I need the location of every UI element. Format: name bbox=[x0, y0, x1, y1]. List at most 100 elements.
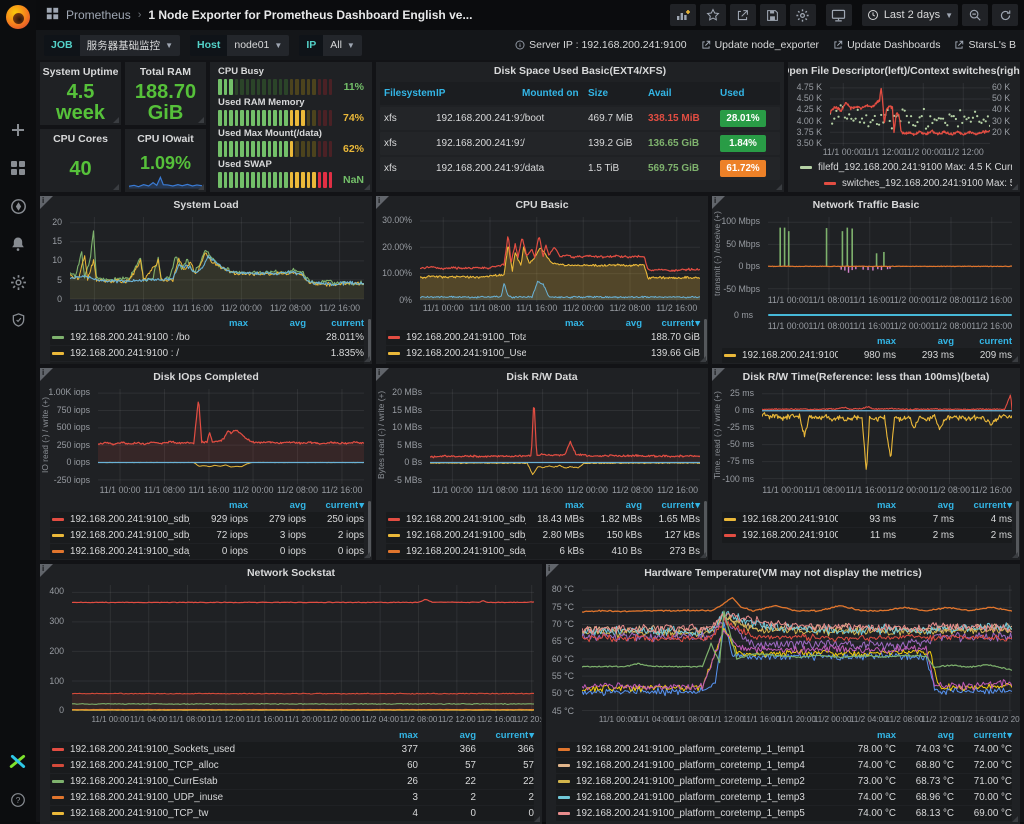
legend-header-current[interactable]: current▾ bbox=[954, 730, 1012, 741]
legend-header-current[interactable]: current▾ bbox=[954, 500, 1012, 511]
legend-scrollbar[interactable] bbox=[704, 501, 707, 557]
link-update-node-exporter[interactable]: Update node_exporter bbox=[701, 39, 820, 51]
chart-area[interactable]: 400300200100011/1 00:0011/1 04:0011/1 08… bbox=[40, 582, 542, 728]
time-range-picker[interactable]: Last 2 days ▼ bbox=[862, 4, 958, 26]
legend-header[interactable]: maxavgcurrent▾ bbox=[50, 499, 364, 512]
legend-item[interactable]: 192.168.200.241:9100_platform_coretemp_1… bbox=[556, 758, 1012, 773]
link-server-ip[interactable]: Server IP : 192.168.200.241:9100 bbox=[515, 39, 686, 51]
legend-item[interactable]: 192.168.200.241:9100_sda_Written bytes6 … bbox=[386, 544, 700, 559]
legend-item[interactable]: switches_192.168.200.241:9100 Max: 58.9 … bbox=[798, 176, 1012, 191]
panel-title[interactable]: Disk IOps Completed bbox=[40, 368, 372, 386]
panel-title[interactable]: Hardware Temperature(VM may not display … bbox=[546, 564, 1020, 582]
legend-scrollbar[interactable] bbox=[704, 319, 707, 361]
legend-item[interactable]: 192.168.200.241:9100_sdb_Write time11 ms… bbox=[722, 528, 1012, 543]
legend-item[interactable]: 192.168.200.241:9100_Sockets_used3773663… bbox=[50, 742, 534, 757]
legend-item[interactable]: 192.168.200.241:9100_platform_coretemp_1… bbox=[556, 774, 1012, 789]
chart-area[interactable]: 30.00%20.00%10.00%0%11/1 00:0011/1 08:00… bbox=[376, 214, 708, 316]
legend-item[interactable]: 192.168.200.241:9100_Available49.04 GiB bbox=[386, 362, 700, 364]
shield-icon[interactable] bbox=[6, 308, 30, 332]
chart-plot[interactable] bbox=[830, 83, 990, 146]
intercom-icon[interactable] bbox=[6, 750, 30, 774]
chart-plot[interactable] bbox=[70, 217, 364, 302]
legend-item[interactable]: 192.168.200.241:9100 : /data61.724% bbox=[50, 362, 364, 364]
chart-plot[interactable] bbox=[420, 217, 700, 302]
legend-header[interactable]: maxavgcurrent▾ bbox=[556, 729, 1012, 742]
star-button[interactable] bbox=[700, 4, 726, 26]
legend-header-current[interactable]: current bbox=[306, 318, 364, 329]
legend-header-max[interactable]: max bbox=[526, 318, 584, 329]
legend-header-current[interactable]: current▾ bbox=[642, 318, 700, 329]
dashboards-icon[interactable] bbox=[6, 156, 30, 180]
zoom-out-icon[interactable] bbox=[962, 4, 988, 26]
legend-item[interactable]: 192.168.200.241:9100_platform_coretemp_1… bbox=[556, 790, 1012, 805]
variable-host[interactable]: Host node01▼ bbox=[190, 35, 289, 56]
chart-plot[interactable] bbox=[768, 217, 1012, 294]
table-header-cell[interactable]: Size bbox=[588, 88, 648, 99]
table-header-cell[interactable]: Mounted on bbox=[522, 88, 588, 99]
chart-plot[interactable] bbox=[430, 389, 700, 484]
legend-item[interactable]: 192.168.200.241:9100_CurrEstab262222 bbox=[50, 774, 534, 789]
chart-area[interactable]: Bytes read (-) / write (+)20 MBs15 MBs10… bbox=[376, 386, 708, 498]
legend-header-max[interactable]: max bbox=[838, 336, 896, 347]
legend-scrollbar[interactable] bbox=[368, 319, 371, 361]
panel-title[interactable]: CPU Basic bbox=[376, 196, 708, 214]
legend-item[interactable]: 192.168.200.241:9100 : /1.835% bbox=[50, 346, 364, 361]
legend-header-avg[interactable]: avg bbox=[896, 730, 954, 741]
legend-header-avg[interactable]: avg bbox=[584, 500, 642, 511]
legend-item[interactable]: filefd_192.168.200.241:9100 Max: 4.5 K C… bbox=[798, 160, 1012, 175]
chart-area[interactable]: 80 °C75 °C70 °C65 °C60 °C55 °C50 °C45 °C… bbox=[546, 582, 1020, 728]
table-header-cell[interactable]: IP bbox=[436, 88, 522, 99]
legend-item[interactable]: 192.168.200.241:9100_TCP_alloc605757 bbox=[50, 758, 534, 773]
legend-item[interactable]: 192.168.200.241:9100_sda_Writes complete… bbox=[50, 544, 364, 559]
legend-header-max[interactable]: max bbox=[838, 500, 896, 511]
legend-header-current[interactable]: current▾ bbox=[306, 500, 364, 511]
legend-header-avg[interactable]: avg bbox=[896, 500, 954, 511]
panel-title[interactable]: System Uptime bbox=[43, 64, 119, 80]
legend-scrollbar[interactable] bbox=[1016, 501, 1019, 557]
legend-header[interactable]: maxavgcurrent▾ bbox=[50, 729, 534, 742]
legend-item[interactable]: 192.168.200.241:9100_Total188.70 GiB bbox=[386, 330, 700, 345]
plus-icon[interactable] bbox=[6, 118, 30, 142]
dashboard-icon[interactable] bbox=[46, 7, 59, 23]
legend-header[interactable]: maxavgcurrent▾ bbox=[386, 499, 700, 512]
panel-title[interactable]: Open File Descriptor(left)/Context switc… bbox=[788, 62, 1020, 80]
legend-item[interactable]: 192.168.200.241:9100_sdb_Written bytes18… bbox=[386, 512, 700, 527]
legend-header-max[interactable]: max bbox=[190, 318, 248, 329]
legend-header-avg[interactable]: avg bbox=[896, 336, 954, 347]
legend-header[interactable]: maxavgcurrent bbox=[722, 335, 1012, 348]
legend-header-avg[interactable]: avg bbox=[418, 730, 476, 741]
legend-header-current[interactable]: current▾ bbox=[476, 730, 534, 741]
chart-area[interactable]: transmit (-) /receive (+)100 Mbps50 Mbps… bbox=[712, 214, 1020, 334]
legend-header[interactable]: maxavgcurrent bbox=[50, 317, 364, 330]
gear-icon[interactable] bbox=[790, 4, 816, 26]
chart-plot[interactable] bbox=[582, 585, 1012, 714]
legend-item[interactable]: 192.168.200.241:9100 : /boot28.011% bbox=[50, 330, 364, 345]
legend-scrollbar[interactable] bbox=[368, 501, 371, 557]
chart-plot[interactable] bbox=[762, 389, 1012, 484]
chart-plot[interactable] bbox=[72, 585, 534, 714]
legend-header-current[interactable]: current▾ bbox=[642, 500, 700, 511]
legend-header-current[interactable]: current bbox=[954, 336, 1012, 347]
panel-title[interactable]: CPU Cores bbox=[53, 131, 108, 147]
chart-area[interactable]: IO read (-) / write (+)1.00K iops750 iop… bbox=[40, 386, 372, 498]
panel-title[interactable]: CPU IOwait bbox=[137, 131, 194, 147]
panel-title[interactable]: Disk R/W Data bbox=[376, 368, 708, 386]
chart-area[interactable]: Time. read (-) / write (+)25 ms0 ms-25 m… bbox=[712, 386, 1020, 498]
legend-header-max[interactable]: max bbox=[190, 500, 248, 511]
legend-header-avg[interactable]: avg bbox=[248, 500, 306, 511]
legend-header-max[interactable]: max bbox=[360, 730, 418, 741]
table-header-cell[interactable]: Filesystem bbox=[384, 88, 436, 99]
refresh-icon[interactable] bbox=[992, 4, 1018, 26]
panel-title[interactable]: Network Traffic Basic bbox=[712, 196, 1020, 214]
chart-area[interactable]: 2015105011/1 00:0011/1 08:0011/1 16:0011… bbox=[40, 214, 372, 316]
link-starsl-blog[interactable]: StarsL's B bbox=[954, 39, 1016, 51]
table-header-cell[interactable]: Avail bbox=[648, 88, 720, 99]
legend-item[interactable]: 192.168.200.241:9100_TCP_tw400 bbox=[50, 806, 534, 821]
legend-header[interactable]: maxavgcurrent▾ bbox=[386, 317, 700, 330]
settings-icon[interactable] bbox=[6, 270, 30, 294]
legend-header-avg[interactable]: avg bbox=[584, 318, 642, 329]
tv-icon[interactable] bbox=[826, 4, 852, 26]
chart-plot[interactable] bbox=[98, 389, 364, 484]
legend-item[interactable]: 192.168.200.241:9100_platform_coretemp_1… bbox=[556, 742, 1012, 757]
alerting-icon[interactable] bbox=[6, 232, 30, 256]
